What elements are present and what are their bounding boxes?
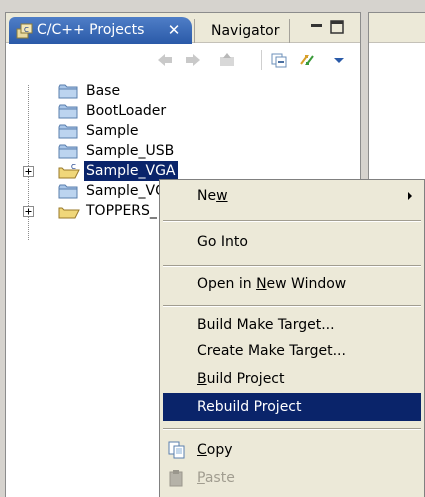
link-with-editor-icon[interactable] [298, 52, 316, 68]
tree-item[interactable]: BootLoader [6, 101, 306, 121]
menu-item-open-new-window-label: Open in New Window [197, 276, 347, 292]
tab-cpp-projects[interactable]: C C/C++ Projects ✕ [9, 17, 192, 44]
menu-item-build-project[interactable]: Build Project [160, 365, 424, 393]
editor-area-header [369, 13, 425, 43]
menu-item-copy-label: Copy [197, 442, 233, 458]
tree-item-label: Sample_VC [86, 183, 165, 199]
view-tab-bar: C C/C++ Projects ✕ Navigator [6, 13, 360, 44]
toolbar-separator [261, 50, 262, 70]
c-project-folder-icon: C [58, 163, 80, 179]
tab-navigator[interactable]: Navigator [194, 19, 290, 43]
collapse-all-icon[interactable] [270, 52, 288, 68]
paste-icon [169, 470, 183, 487]
tab-cpp-projects-label: C/C++ Projects [37, 22, 145, 38]
cpp-projects-icon: C [16, 23, 33, 39]
menu-item-open-new-window[interactable]: Open in New Window [160, 270, 424, 298]
context-menu: New Go Into Open in New Window Build Mak… [159, 179, 425, 497]
tree-item[interactable]: Base [6, 81, 306, 101]
svg-text:C: C [71, 163, 76, 171]
tree-item-label: BootLoader [86, 103, 167, 119]
menu-item-build-make-target[interactable]: Build Make Target... [160, 311, 424, 339]
expand-plus-icon[interactable] [23, 206, 34, 217]
view-menu-chevron-down-icon[interactable] [330, 52, 348, 68]
folder-icon [58, 124, 78, 139]
folder-icon [58, 104, 78, 119]
menu-item-copy[interactable]: Copy [160, 436, 424, 464]
menu-item-go-into-label: Go Into [197, 234, 248, 250]
menu-separator [163, 428, 421, 430]
menu-separator [163, 305, 421, 307]
tree-item-selected[interactable]: C Sample_VGA [6, 161, 306, 181]
menu-item-rebuild-project-label: Rebuild Project [197, 399, 302, 415]
menu-item-build-make-target-label: Build Make Target... [197, 317, 335, 333]
expand-plus-icon[interactable] [23, 166, 34, 177]
menu-separator [163, 265, 421, 267]
open-folder-icon [58, 207, 80, 219]
tree-item-label: Sample [86, 123, 139, 139]
forward-arrow-icon[interactable] [184, 52, 202, 68]
svg-text:C: C [24, 26, 29, 34]
back-arrow-icon[interactable] [156, 52, 174, 68]
menu-item-create-make-target-label: Create Make Target... [197, 343, 346, 359]
folder-icon [58, 84, 78, 99]
close-icon[interactable]: ✕ [165, 17, 183, 43]
folder-icon [58, 144, 78, 159]
tab-navigator-label: Navigator [211, 23, 280, 39]
view-toolbar [6, 44, 360, 76]
minimize-maximize-icons[interactable] [309, 19, 353, 35]
menu-item-create-make-target[interactable]: Create Make Target... [160, 337, 424, 365]
menu-item-new[interactable]: New [160, 182, 424, 210]
copy-icon [168, 441, 185, 459]
tree-item-label: Sample_USB [86, 143, 175, 159]
tree-item[interactable]: Sample_USB [6, 141, 306, 161]
tree-item-label: TOPPERS_ [86, 203, 157, 219]
workbench: C C/C++ Projects ✕ Navigator Base BootLo… [0, 0, 425, 497]
menu-item-go-into[interactable]: Go Into [160, 228, 424, 256]
menu-item-rebuild-project[interactable]: Rebuild Project [163, 393, 421, 421]
menu-item-build-project-label: Build Project [197, 371, 285, 387]
menu-separator [163, 220, 421, 222]
submenu-arrow-icon [408, 192, 412, 200]
menu-item-new-label: New [197, 188, 228, 204]
tree-item[interactable]: Sample [6, 121, 306, 141]
tree-item-label: Sample_VGA [84, 161, 178, 181]
menu-item-paste-label: Paste [197, 470, 235, 486]
folder-icon [58, 184, 78, 199]
menu-item-paste[interactable]: Paste [160, 464, 424, 492]
tree-item-label: Base [86, 83, 121, 99]
up-folder-icon[interactable] [218, 52, 236, 68]
